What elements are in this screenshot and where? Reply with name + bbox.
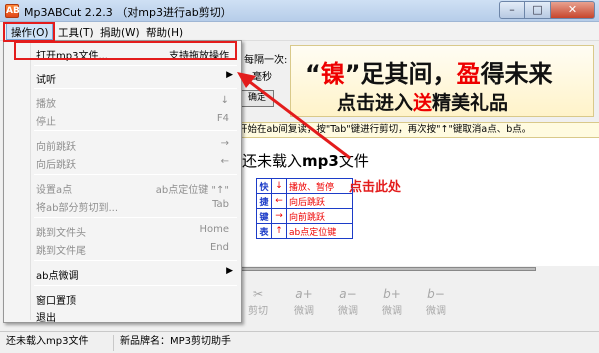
window-controls: – □ ✕ <box>499 1 595 19</box>
file-status: 还未载入mp3文件 <box>242 152 369 170</box>
highlight-box-open-file <box>14 41 237 60</box>
status-file: 还未载入mp3文件 <box>2 335 114 351</box>
hotkey-desc: 播放、暂停 <box>286 178 353 194</box>
hotkey-key: ← <box>271 193 287 209</box>
hotkey-side-char: 快 <box>256 178 272 194</box>
highlight-box-operate <box>3 22 55 42</box>
menu-separator <box>34 65 237 66</box>
interval-label: 每隔一次: <box>244 55 288 66</box>
banner-headline: “镍”足其间，盈得未来 <box>305 60 553 88</box>
menu-item-goto-start[interactable]: 跳到文件头 Home <box>6 221 239 239</box>
b-minus-icon: b− <box>427 287 445 301</box>
chevron-right-icon: ▶ <box>226 70 233 80</box>
position-slider[interactable] <box>236 267 536 271</box>
maximize-button[interactable]: □ <box>525 1 551 19</box>
status-bar: 还未载入mp3文件 新品牌名：MP3剪切助手 <box>0 331 599 353</box>
hotkey-desc: ab点定位键 <box>286 223 353 239</box>
hotkey-side-char: 表 <box>256 223 272 239</box>
a-minus-button[interactable]: a− 微调 <box>330 286 366 317</box>
menu-separator <box>34 130 237 131</box>
hotkey-key: ↑ <box>271 223 287 239</box>
close-button[interactable]: ✕ <box>551 1 595 19</box>
scissors-icon: ✂ <box>252 287 264 301</box>
hotkey-side-char: 捷 <box>256 193 272 209</box>
confirm-button[interactable]: 确定 <box>240 90 274 107</box>
hotkey-desc: 向前跳跃 <box>286 208 353 224</box>
hotkey-key: ↓ <box>271 178 287 194</box>
a-plus-button[interactable]: a+ 微调 <box>286 286 322 317</box>
b-minus-button[interactable]: b− 微调 <box>418 286 454 317</box>
cut-button[interactable]: ✂ 剪切 <box>240 286 276 317</box>
menu-item-stop[interactable]: 停止 F4 <box>6 110 239 128</box>
menu-separator <box>34 174 237 175</box>
menu-bar: 操作(O) 工具(T) 捐助(W) 帮助(H) <box>0 22 599 41</box>
banner-subline: 点击进入送精美礼品 <box>337 92 509 114</box>
status-brand: 新品牌名：MP3剪切助手 <box>120 336 232 347</box>
hotkey-row: 捷 ← 向后跳跃 <box>256 193 353 209</box>
menu-item-seek-forward[interactable]: 向前跳跃 → <box>6 135 239 153</box>
operate-dropdown-menu: 打开mp3文件... 支持拖放操作 试听 ▶ 播放 ↓ 停止 F4 向前跳跃 →… <box>3 40 242 324</box>
hotkey-key: → <box>271 208 287 224</box>
hotkey-table: 快 ↓ 播放、暂停 捷 ← 向后跳跃 键 → 向前跳跃 表 ↑ ab点定位键 <box>256 178 353 239</box>
hotkey-side-char: 键 <box>256 208 272 224</box>
tip-text: 开始在ab间复读，按"Tab"键进行剪切，再次按"↑"键取消a点、b点。 <box>236 122 599 138</box>
menu-separator <box>34 285 237 286</box>
menu-separator <box>34 88 237 89</box>
menu-item-seek-back[interactable]: 向后跳跃 ← <box>6 153 239 171</box>
menu-item-listen[interactable]: 试听 ▶ <box>6 68 239 86</box>
minimize-button[interactable]: – <box>499 1 525 19</box>
menu-separator <box>34 260 237 261</box>
hotkey-desc: 向后跳跃 <box>286 193 353 209</box>
menu-donate[interactable]: 捐助(W) <box>100 25 140 40</box>
title-bar: AB Mp3ABCut 2.2.3 （对mp3进行ab剪切） – □ ✕ <box>0 0 599 22</box>
menu-item-goto-end[interactable]: 跳到文件尾 End <box>6 239 239 257</box>
menu-item-topmost[interactable]: 窗口置顶 <box>6 289 239 307</box>
interval-unit: 毫秒 <box>252 72 272 83</box>
hotkey-row: 快 ↓ 播放、暂停 <box>256 178 353 194</box>
menu-help[interactable]: 帮助(H) <box>146 25 183 40</box>
a-plus-icon: a+ <box>295 287 313 301</box>
b-plus-button[interactable]: b+ 微调 <box>374 286 410 317</box>
menu-item-set-a[interactable]: 设置a点 ab点定位键 "↑" <box>6 178 239 196</box>
hotkey-row: 键 → 向前跳跃 <box>256 208 353 224</box>
menu-item-cut-ab[interactable]: 将ab部分剪切到... Tab <box>6 196 239 214</box>
hotkey-row: 表 ↑ ab点定位键 <box>256 223 353 239</box>
a-minus-icon: a− <box>339 287 357 301</box>
toolbar: ✂ 剪切 a+ 微调 a− 微调 b+ 微调 b− 微调 <box>236 286 599 324</box>
ad-banner[interactable]: “镍”足其间，盈得未来 点击进入送精美礼品 <box>290 45 594 117</box>
chevron-right-icon: ▶ <box>226 266 233 276</box>
menu-item-ab-finetune[interactable]: ab点微调 ▶ <box>6 264 239 282</box>
menu-separator <box>34 217 237 218</box>
click-here-annotation: 点击此处 <box>349 180 402 195</box>
b-plus-icon: b+ <box>383 287 401 301</box>
menu-tools[interactable]: 工具(T) <box>58 25 94 40</box>
menu-item-exit[interactable]: 退出 <box>6 306 239 324</box>
window-title: Mp3ABCut 2.2.3 （对mp3进行ab剪切） <box>24 6 232 19</box>
menu-item-play[interactable]: 播放 ↓ <box>6 92 239 110</box>
app-icon[interactable]: AB <box>5 4 20 18</box>
file-area: 还未载入mp3文件 快 ↓ 播放、暂停 捷 ← 向后跳跃 键 → 向前跳跃 表 … <box>236 138 599 266</box>
